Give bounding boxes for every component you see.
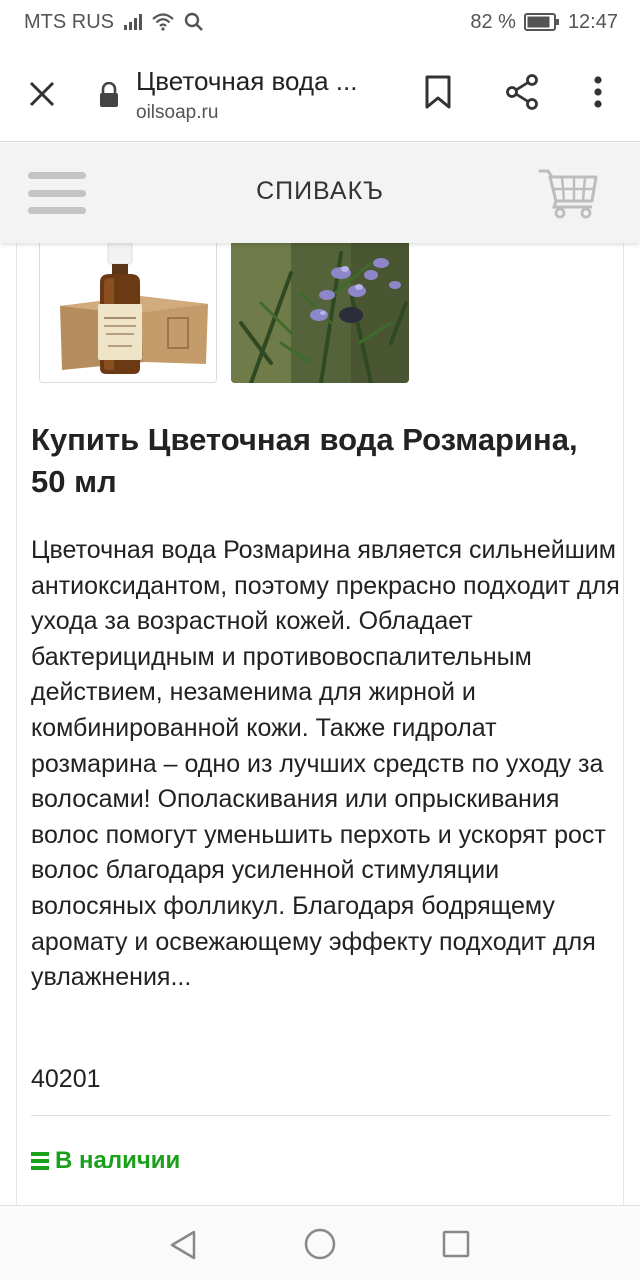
more-vert-icon xyxy=(594,76,602,108)
bookmark-button[interactable] xyxy=(418,72,458,112)
divider xyxy=(31,1115,611,1116)
share-icon xyxy=(506,74,538,110)
page-url: oilsoap.ru xyxy=(136,102,219,123)
product-thumbnail-bottle[interactable] xyxy=(39,243,217,383)
product-sku: 40201 xyxy=(31,1065,101,1093)
battery-percent: 82 % xyxy=(470,10,516,33)
system-nav-bar xyxy=(0,1205,640,1280)
lock-icon xyxy=(100,82,118,107)
bookmark-icon xyxy=(425,75,451,109)
wifi-icon xyxy=(152,13,174,31)
product-title: Купить Цветочная вода Розмарина, 50 мл xyxy=(31,422,578,499)
browser-toolbar: Цветочная вода ... oilsoap.ru xyxy=(0,44,640,142)
product-card: Купить Цветочная вода Розмарина, 50 мл Ц… xyxy=(16,243,624,1205)
site-header: СПИВАКЪ xyxy=(0,143,640,243)
stock-status: В наличии xyxy=(31,1147,180,1175)
battery-icon xyxy=(523,13,559,31)
search-icon xyxy=(184,12,203,31)
page-title: Цветочная вода ... xyxy=(136,66,358,96)
close-tab-button[interactable] xyxy=(22,74,62,114)
home-circle-icon[interactable] xyxy=(302,1226,338,1262)
share-button[interactable] xyxy=(502,72,542,112)
status-bar: MTS RUS 82 % 12:47 xyxy=(0,0,640,44)
carrier-name: MTS RUS xyxy=(24,10,114,33)
signal-icon xyxy=(124,14,142,30)
clock: 12:47 xyxy=(567,10,618,33)
back-triangle-icon[interactable] xyxy=(166,1228,200,1262)
rosemary-photo xyxy=(231,243,409,383)
product-description: Цветочная вода Розмарина является сильне… xyxy=(31,536,620,992)
overflow-menu-button[interactable] xyxy=(582,72,614,112)
product-bottle-image xyxy=(40,243,216,382)
recent-square-icon[interactable] xyxy=(440,1228,472,1260)
stock-label: В наличии xyxy=(55,1147,181,1174)
product-thumbnail-rosemary[interactable] xyxy=(231,243,409,383)
close-icon xyxy=(29,81,55,107)
list-icon xyxy=(31,1152,49,1170)
cart-icon[interactable] xyxy=(538,167,600,219)
